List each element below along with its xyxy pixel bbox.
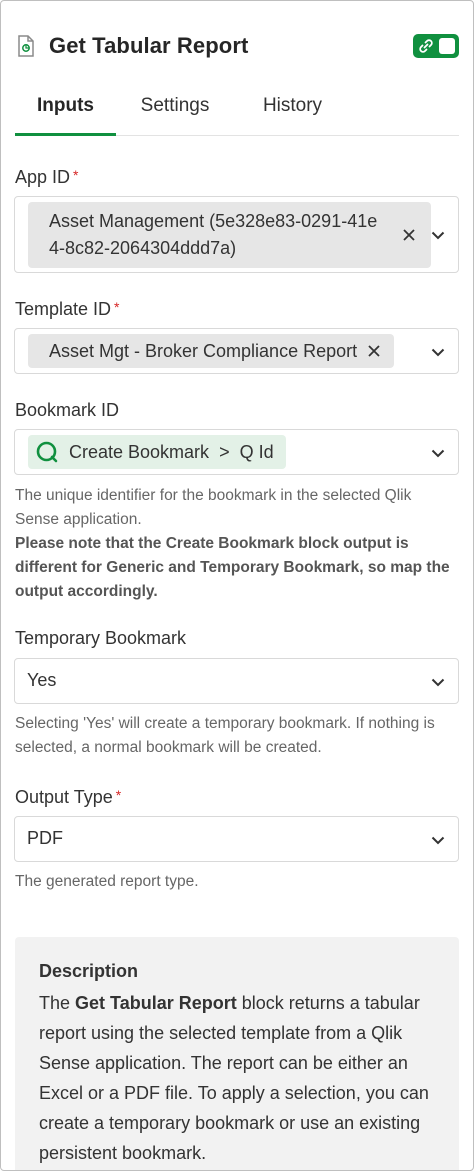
required-marker: *: [73, 167, 79, 183]
qlik-logo-icon: [36, 441, 58, 463]
block-enabled-toggle[interactable]: [413, 34, 459, 58]
description-text: The Get Tabular Report block returns a t…: [39, 993, 429, 1163]
chevron-down-icon[interactable]: [430, 832, 446, 848]
description-block-name: Get Tabular Report: [75, 993, 237, 1013]
bookmark-source-field: Q Id: [239, 442, 274, 462]
bookmark-id-label: Bookmark ID: [15, 400, 120, 420]
toggle-knob: [439, 38, 455, 54]
app-id-chip: Asset Management (5e328e83-0291-41e 4-8c…: [28, 202, 431, 268]
chevron-down-icon[interactable]: [430, 227, 446, 243]
required-marker: *: [115, 787, 122, 803]
tab-bar: Inputs Settings History: [15, 85, 459, 136]
template-id-chip: Asset Mgt - Broker Compliance Report: [28, 334, 394, 368]
bookmark-id-select[interactable]: Create Bookmark > Q Id: [14, 429, 459, 475]
clear-app-id-icon[interactable]: [401, 227, 417, 243]
tab-inputs[interactable]: Inputs: [15, 85, 116, 136]
chevron-down-icon[interactable]: [430, 674, 446, 690]
clear-template-id-icon[interactable]: [366, 343, 382, 359]
bookmark-id-help-note: Please note that the Create Bookmark blo…: [15, 535, 450, 600]
bookmark-mapping-chip: Create Bookmark > Q Id: [28, 435, 286, 469]
link-icon: [417, 37, 435, 55]
app-id-value-line-2: 4-8c82-2064304ddd7a): [49, 238, 237, 258]
output-type-value: PDF: [27, 828, 63, 848]
output-type-label: Output Type *: [15, 787, 122, 807]
tab-history[interactable]: History: [240, 85, 345, 136]
bookmark-id-help: The unique identifier for the bookmark i…: [15, 484, 455, 604]
chevron-down-icon[interactable]: [430, 344, 446, 360]
template-id-select[interactable]: Asset Mgt - Broker Compliance Report: [14, 328, 459, 374]
app-id-select[interactable]: Asset Management (5e328e83-0291-41e 4-8c…: [14, 196, 459, 273]
app-id-label: App ID *: [15, 167, 79, 187]
description-box: Description The Get Tabular Report block…: [15, 937, 459, 1170]
page-title: Get Tabular Report: [49, 33, 249, 58]
app-id-value-line-1: Asset Management (5e328e83-0291-41e: [49, 211, 378, 231]
panel-header: Get Tabular Report: [15, 29, 461, 63]
bookmark-id-help-text: The unique identifier for the bookmark i…: [15, 487, 412, 528]
description-title: Description: [39, 961, 139, 981]
chip-separator: >: [219, 442, 230, 462]
template-id-label: Template ID *: [15, 299, 120, 319]
temporary-bookmark-label: Temporary Bookmark: [15, 628, 187, 648]
template-id-value: Asset Mgt - Broker Compliance Report: [49, 341, 358, 361]
chevron-down-icon[interactable]: [430, 445, 446, 461]
temporary-bookmark-select[interactable]: Yes: [14, 658, 459, 704]
output-type-select[interactable]: PDF: [14, 816, 459, 862]
tab-settings[interactable]: Settings: [116, 85, 234, 136]
temporary-bookmark-value: Yes: [27, 670, 57, 690]
block-config-panel: Get Tabular Report Inputs Settings Histo…: [0, 0, 474, 1171]
required-marker: *: [114, 299, 120, 315]
output-type-help: The generated report type.: [15, 873, 199, 890]
bookmark-source-block: Create Bookmark: [69, 442, 210, 462]
temporary-bookmark-help: Selecting 'Yes' will create a temporary …: [15, 715, 435, 756]
report-file-icon: [15, 33, 37, 59]
